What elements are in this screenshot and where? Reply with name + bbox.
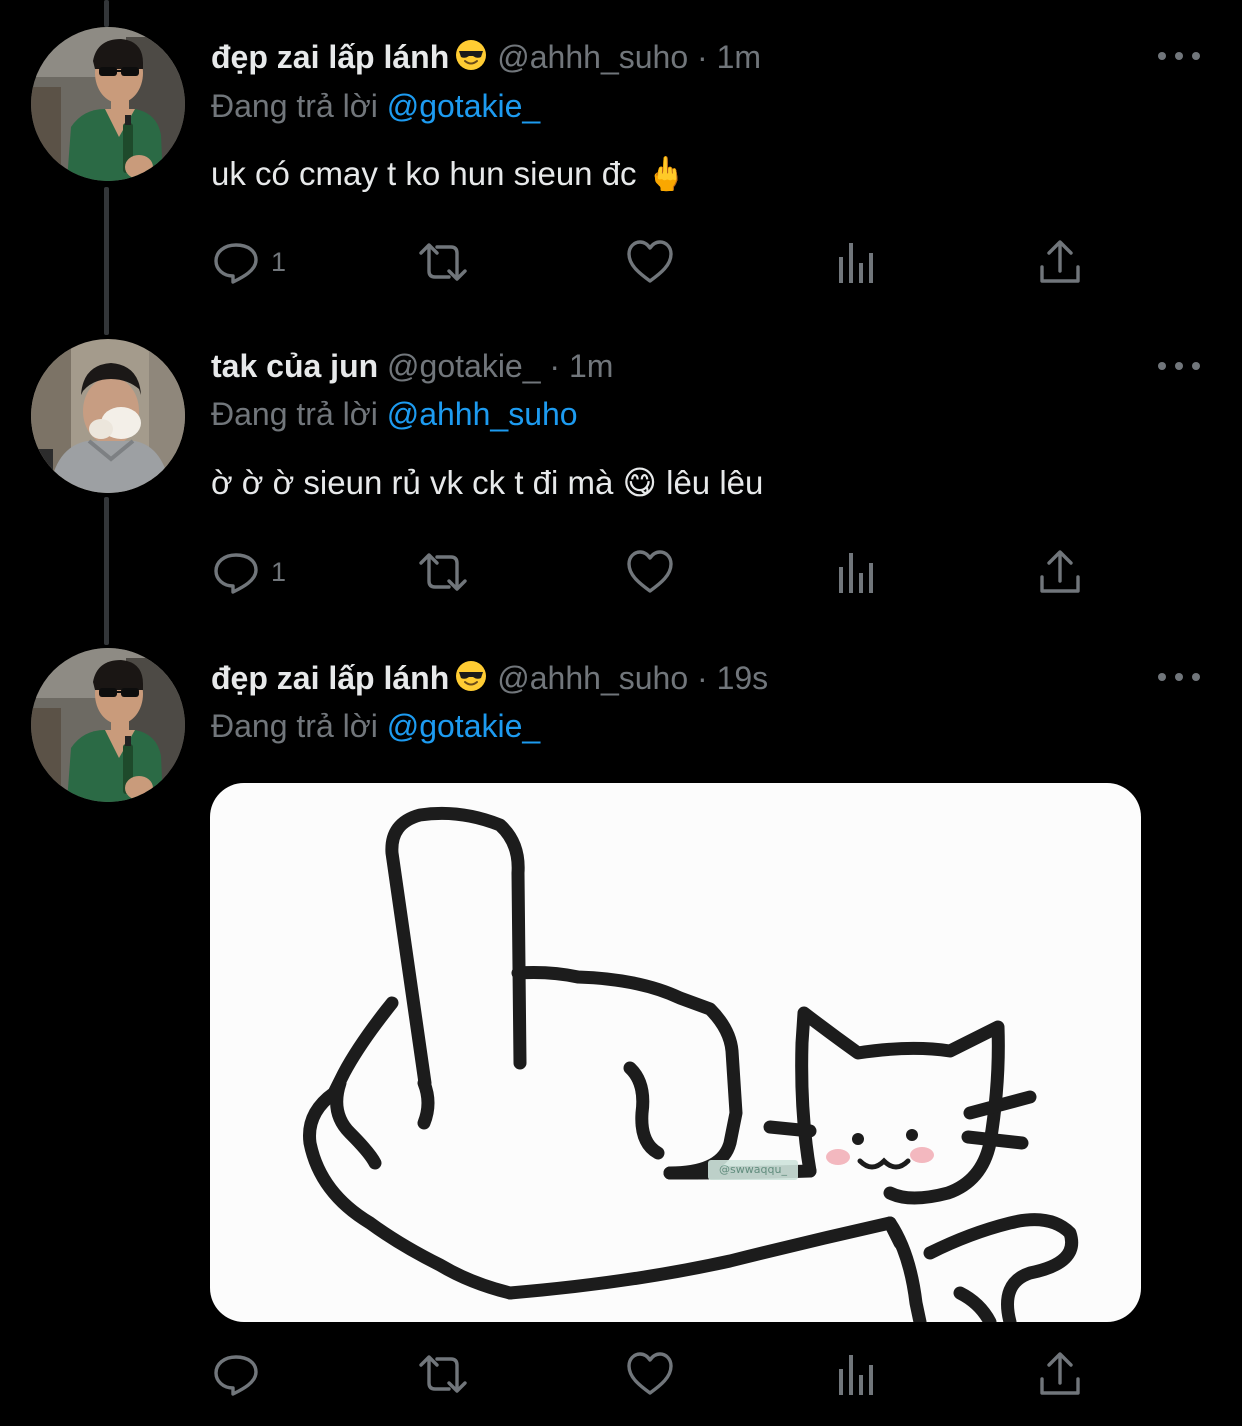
reply-context: Đang trả lời @gotakie_ [211, 706, 540, 746]
smiling-face-with-sunglasses-emoji-icon [455, 39, 487, 80]
like-icon [627, 550, 673, 593]
separator: · [549, 348, 561, 384]
reply-prefix: Đang trả lời [211, 708, 378, 744]
smiling-face-with-sunglasses-emoji-icon [455, 660, 487, 701]
action-bar: 1 [211, 237, 1091, 287]
reply-button[interactable]: 1 [211, 237, 286, 287]
image-watermark: @swwaqqu_ [708, 1160, 798, 1180]
thread-line-1 [104, 187, 109, 335]
reply-count: 1 [271, 556, 287, 587]
tweet-text: uk có cmay t ko hun sieun đc 🖕 [211, 155, 687, 192]
share-button[interactable] [1037, 547, 1083, 597]
reply-mention-link[interactable]: @gotakie_ [387, 88, 540, 124]
timestamp[interactable]: 1m [569, 348, 613, 384]
retweet-button[interactable] [415, 1349, 471, 1399]
avatar[interactable] [31, 339, 185, 493]
user-handle[interactable]: @ahhh_suho [497, 660, 688, 696]
retweet-icon [419, 553, 467, 591]
reply-prefix: Đang trả lời [211, 88, 378, 124]
more-icon[interactable] [1158, 36, 1200, 76]
views-icon [839, 243, 873, 283]
share-icon [1040, 240, 1080, 283]
more-icon[interactable] [1158, 657, 1200, 697]
reply-prefix: Đang trả lời [211, 396, 378, 432]
cat-middle-finger-drawing-icon [303, 806, 1078, 1322]
tweet-header: đẹp zai lấp lánh @ahhh_suho · 1m [211, 37, 761, 77]
reply-count: 1 [271, 246, 287, 277]
views-button[interactable] [835, 237, 879, 287]
views-button[interactable] [835, 547, 879, 597]
tweet-header: tak của jun @gotakie_ · 1m [211, 346, 613, 386]
like-button[interactable] [625, 237, 675, 287]
views-icon [839, 553, 873, 593]
retweet-button[interactable] [415, 237, 471, 287]
tweet-text: ờ ờ ờ sieun rủ vk ck t đi mà 😋 lêu lêu [211, 461, 763, 505]
face-savoring-food-emoji-icon: 😋 [622, 464, 657, 501]
tweet-header: đẹp zai lấp lánh @ahhh_suho · 19s [211, 658, 768, 698]
retweet-button[interactable] [415, 547, 471, 597]
action-bar: 1 [211, 547, 1091, 597]
retweet-icon [419, 1355, 467, 1393]
separator: · [697, 39, 708, 75]
views-icon [839, 1355, 873, 1395]
like-button[interactable] [625, 1349, 675, 1399]
reply-icon [214, 1355, 258, 1396]
reply-button[interactable] [211, 1349, 271, 1399]
like-button[interactable] [625, 547, 675, 597]
avatar[interactable] [31, 648, 185, 802]
share-button[interactable] [1037, 237, 1083, 287]
display-name[interactable]: đẹp zai lấp lánh [211, 660, 449, 696]
share-button[interactable] [1037, 1349, 1083, 1399]
separator: · [697, 660, 708, 696]
reply-button[interactable]: 1 [211, 547, 286, 597]
share-icon [1040, 550, 1080, 593]
thread-line-top [104, 0, 109, 27]
user-handle[interactable]: @ahhh_suho [497, 39, 688, 75]
share-icon [1040, 1352, 1080, 1395]
tweet-media-image[interactable]: @swwaqqu_ [210, 783, 1141, 1322]
reply-context: Đang trả lời @ahhh_suho [211, 394, 578, 434]
retweet-icon [419, 243, 467, 281]
reply-context: Đang trả lời @gotakie_ [211, 86, 540, 126]
display-name[interactable]: đẹp zai lấp lánh [211, 39, 449, 75]
timestamp[interactable]: 19s [717, 660, 769, 696]
views-button[interactable] [835, 1349, 879, 1399]
reply-mention-link[interactable]: @ahhh_suho [387, 396, 578, 432]
reply-mention-link[interactable]: @gotakie_ [387, 708, 540, 744]
action-bar [211, 1349, 1091, 1399]
thread-line-2 [104, 497, 109, 645]
display-name[interactable]: tak của jun [211, 348, 378, 384]
tweet-text-main: ờ ờ ờ sieun rủ vk ck t đi mà [211, 464, 614, 501]
reply-icon [214, 243, 258, 284]
timestamp[interactable]: 1m [717, 39, 761, 75]
user-handle[interactable]: @gotakie_ [387, 348, 540, 384]
like-icon [627, 1352, 673, 1395]
reply-icon [214, 553, 258, 594]
like-icon [627, 240, 673, 283]
avatar[interactable] [31, 27, 185, 181]
more-icon[interactable] [1158, 346, 1200, 386]
tweet-text-tail: lêu lêu [666, 464, 764, 501]
